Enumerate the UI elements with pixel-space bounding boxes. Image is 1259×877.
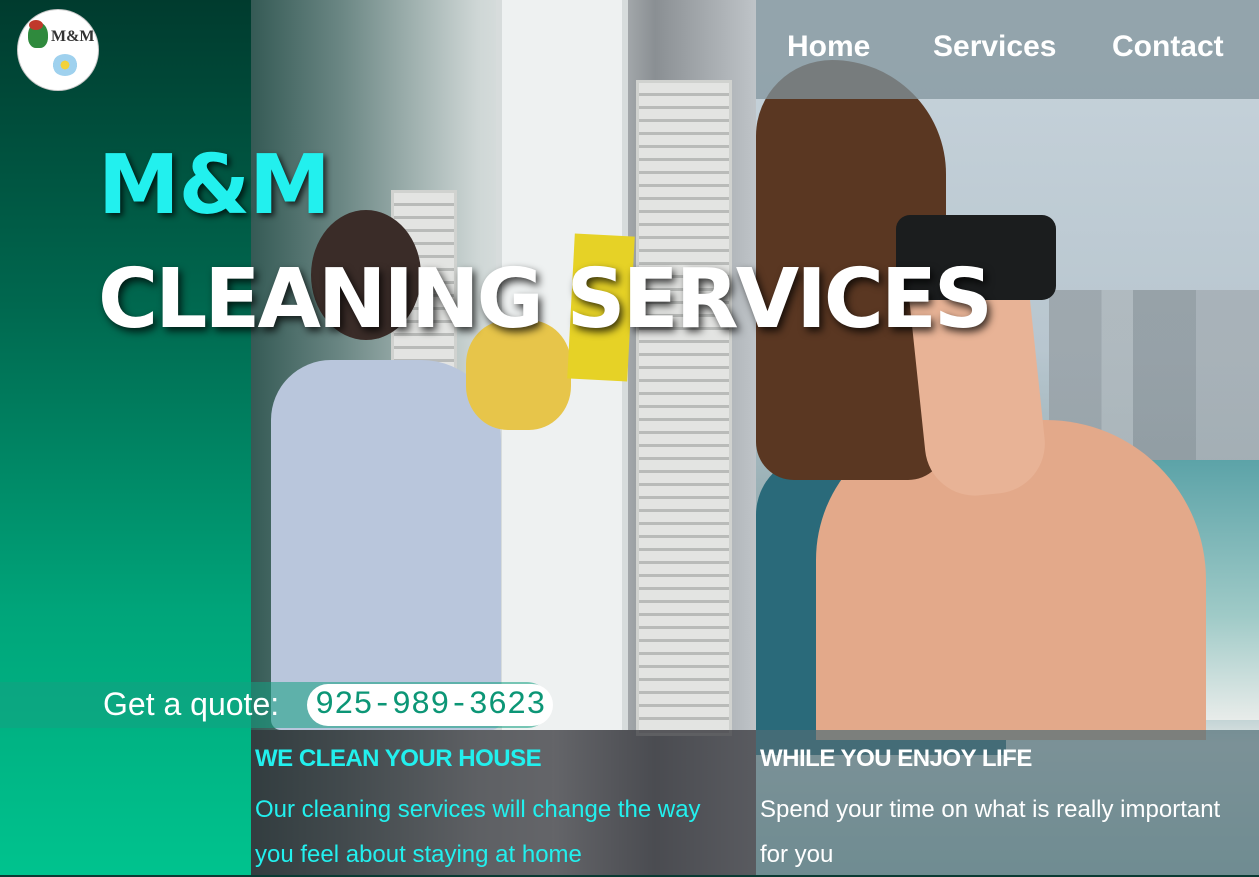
nav-home-link[interactable]: Home [787,30,870,64]
window-shutter [636,80,732,736]
flower-icon [52,54,78,76]
hero-title-services: CLEANING SERVICES [98,252,993,347]
nav-contact-link[interactable]: Contact [1112,30,1224,64]
panel-body: Our cleaning services will change the wa… [255,796,701,868]
hero-title-brand: M&M [98,138,331,233]
logo-text: M&M [51,28,95,45]
quote-phone-link[interactable]: 925-989-3623 [307,684,554,726]
quote-label: Get a quote: [103,686,280,722]
panel-enjoy-life: WHILE YOU ENJOY LIFE Spend your time on … [756,730,1259,875]
nav-services-link[interactable]: Services [933,30,1056,64]
panel-heading: WE CLEAN YOUR HOUSE [255,745,542,772]
left-gradient-strip [0,0,251,875]
panel-body: Spend your time on what is really import… [760,796,1221,868]
panel-heading: WHILE YOU ENJOY LIFE [760,745,1032,772]
site-logo[interactable]: M&M [18,10,98,90]
cleaner-figure [271,360,501,730]
bird-head-icon [29,20,43,30]
top-nav: Home Services Contact [756,0,1259,99]
panel-we-clean: WE CLEAN YOUR HOUSE Our cleaning service… [251,730,756,875]
